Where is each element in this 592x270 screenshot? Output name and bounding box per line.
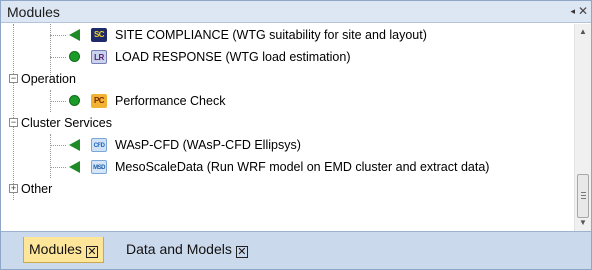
- module-label: SITE COMPLIANCE (WTG suitability for sit…: [115, 28, 427, 42]
- tree-branch: [50, 145, 66, 146]
- tab-close-icon[interactable]: ✕: [85, 246, 98, 258]
- tab-data-and-models[interactable]: Data and Models ✕: [121, 237, 253, 263]
- grip-icon: [581, 192, 586, 193]
- tree-item-mesoscale-data[interactable]: MSD MesoScaleData (Run WRF model on EMD …: [1, 156, 575, 178]
- module-label: WAsP-CFD (WAsP-CFD Ellipsys): [115, 138, 301, 152]
- tab-close-icon[interactable]: ✕: [235, 246, 248, 258]
- tab-modules[interactable]: Modules ✕: [23, 237, 104, 263]
- tree-branch: [50, 35, 66, 36]
- modules-panel: Modules ◂ ✕ SC SITE COMPLIANCE (WTG suit…: [0, 0, 592, 270]
- tree-item-load-response[interactable]: LR LOAD RESPONSE (WTG load estimation): [1, 46, 575, 68]
- tree-branch: [50, 57, 66, 58]
- tree-category-operation[interactable]: − Operation: [1, 68, 575, 90]
- status-dot-icon: [69, 95, 80, 106]
- category-label: Operation: [21, 72, 76, 86]
- category-label: Other: [21, 182, 53, 196]
- tree-category-cluster-services[interactable]: − Cluster Services: [1, 112, 575, 134]
- scroll-up-icon[interactable]: ▲: [575, 24, 591, 40]
- scroll-down-icon[interactable]: ▼: [575, 215, 591, 231]
- status-triangle-icon: [69, 29, 80, 41]
- tree-item-wasp-cfd[interactable]: CFD WAsP-CFD (WAsP-CFD Ellipsys): [1, 134, 575, 156]
- close-icon[interactable]: ✕: [578, 4, 588, 18]
- module-label: Performance Check: [115, 94, 226, 108]
- tree-category-other[interactable]: + Other: [1, 178, 575, 200]
- tab-label: Modules: [29, 241, 82, 257]
- pin-icon[interactable]: ◂: [570, 6, 575, 17]
- scrollbar-thumb[interactable]: [577, 174, 589, 218]
- tree-item-site-compliance[interactable]: SC SITE COMPLIANCE (WTG suitability for …: [1, 24, 575, 46]
- module-label: MesoScaleData (Run WRF model on EMD clus…: [115, 160, 490, 174]
- site-compliance-icon: SC: [91, 28, 107, 42]
- performance-check-icon: PC: [91, 94, 107, 108]
- wasp-cfd-icon: CFD: [91, 138, 107, 152]
- tree-branch: [50, 167, 66, 168]
- collapse-toggle-icon[interactable]: −: [9, 74, 18, 83]
- modules-tree: SC SITE COMPLIANCE (WTG suitability for …: [1, 24, 575, 231]
- tree-branch: [50, 101, 66, 102]
- tab-label: Data and Models: [126, 241, 232, 257]
- module-label: LOAD RESPONSE (WTG load estimation): [115, 50, 351, 64]
- collapse-toggle-icon[interactable]: −: [9, 118, 18, 127]
- status-triangle-icon: [69, 139, 80, 151]
- panel-titlebar: Modules ◂ ✕: [1, 1, 591, 23]
- mesoscale-data-icon: MSD: [91, 160, 107, 174]
- status-dot-icon: [69, 51, 80, 62]
- panel-tabbar: Modules ✕ Data and Models ✕: [1, 231, 591, 269]
- category-label: Cluster Services: [21, 116, 112, 130]
- load-response-icon: LR: [91, 50, 107, 64]
- panel-title: Modules: [7, 4, 60, 20]
- tree-item-performance-check[interactable]: PC Performance Check: [1, 90, 575, 112]
- vertical-scrollbar[interactable]: ▲ ▼: [574, 24, 591, 231]
- expand-toggle-icon[interactable]: +: [9, 184, 18, 193]
- status-triangle-icon: [69, 161, 80, 173]
